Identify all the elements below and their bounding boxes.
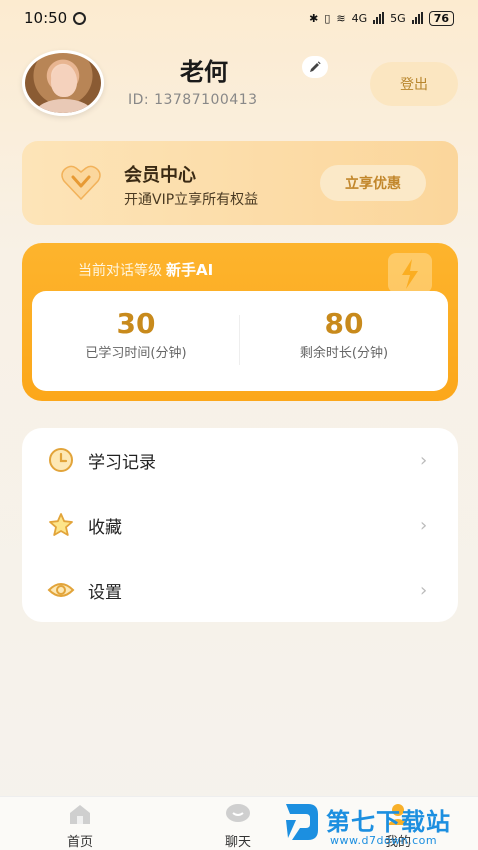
edit-name-button[interactable] bbox=[302, 56, 328, 78]
stat-remaining-number: 80 bbox=[324, 307, 364, 340]
vip-subtitle: 开通VIP立享所有权益 bbox=[124, 192, 259, 208]
vip-title: 会员中心 bbox=[124, 165, 196, 186]
level-label: 当前对话等级 bbox=[78, 263, 162, 279]
vip-offer-button[interactable]: 立享优惠 bbox=[320, 165, 426, 201]
chevron-right-icon: › bbox=[420, 449, 428, 471]
pencil-icon bbox=[310, 61, 321, 72]
watermark: 第七下载站 www.d7down.com bbox=[282, 800, 478, 850]
level-card: 当前对话等级 新手AI 30 已学习时间(分钟) 80 剩余时长(分钟) bbox=[22, 243, 458, 401]
level-label-row: 当前对话等级 新手AI bbox=[78, 259, 213, 280]
stat-learned-label: 已学习时间(分钟) bbox=[85, 346, 187, 361]
tab-chat-label: 聊天 bbox=[224, 835, 251, 850]
signal-icon-1 bbox=[373, 12, 385, 24]
stat-remaining-label: 剩余时长(分钟) bbox=[299, 346, 389, 361]
menu-label-favorites: 收藏 bbox=[88, 517, 122, 538]
tab-home[interactable]: 首页 bbox=[50, 803, 110, 850]
avatar-face bbox=[51, 65, 77, 97]
home-icon bbox=[70, 805, 90, 824]
signal-icon-2 bbox=[411, 12, 423, 24]
level-stats-panel: 30 已学习时间(分钟) 80 剩余时长(分钟) bbox=[32, 291, 448, 391]
bluetooth-icon: ✱ bbox=[309, 11, 319, 25]
watermark-url: www.d7down.com bbox=[330, 834, 438, 847]
username: 老何 bbox=[180, 58, 228, 86]
eye-settings-icon bbox=[46, 575, 76, 605]
stat-learned-number: 30 bbox=[116, 307, 156, 340]
level-value: 新手AI bbox=[166, 261, 214, 279]
menu-item-favorites[interactable]: 收藏 › bbox=[22, 493, 458, 557]
stat-learned: 30 已学习时间(分钟) bbox=[32, 307, 240, 361]
profile-header: 老何 ID: 13787100413 登出 bbox=[22, 50, 458, 120]
tab-home-label: 首页 bbox=[66, 835, 93, 850]
network-4g-label: 4G bbox=[351, 11, 368, 25]
status-left: 10:50 bbox=[24, 9, 87, 27]
user-id: ID: 13787100413 bbox=[128, 92, 258, 108]
menu-card: 学习记录 › 收藏 › 设置 › bbox=[22, 428, 458, 622]
wifi-icon: ≋ bbox=[336, 11, 346, 25]
chevron-right-icon: › bbox=[420, 579, 428, 601]
star-icon bbox=[46, 510, 76, 540]
logout-button[interactable]: 登出 bbox=[370, 62, 458, 106]
menu-label-study-record: 学习记录 bbox=[88, 452, 156, 473]
watermark-logo-icon bbox=[286, 804, 318, 840]
battery-icon: 76 bbox=[428, 10, 454, 26]
vibrate-icon: ▯ bbox=[324, 11, 331, 25]
chat-icon bbox=[226, 804, 250, 822]
status-right: ✱ ▯ ≋ 4G 5G 76 bbox=[309, 10, 454, 26]
menu-item-study-record[interactable]: 学习记录 › bbox=[22, 428, 458, 492]
alarm-icon bbox=[73, 11, 87, 25]
vip-card[interactable]: 会员中心 开通VIP立享所有权益 立享优惠 bbox=[22, 141, 458, 225]
watermark-title: 第七下载站 bbox=[326, 808, 451, 836]
status-bar: 10:50 ✱ ▯ ≋ 4G 5G 76 bbox=[0, 0, 478, 36]
battery-deco-icon bbox=[388, 253, 432, 293]
vip-heart-icon bbox=[61, 165, 101, 201]
avatar-shoulders bbox=[35, 99, 93, 113]
menu-label-settings: 设置 bbox=[88, 582, 122, 603]
stat-remaining: 80 剩余时长(分钟) bbox=[240, 307, 448, 361]
avatar[interactable] bbox=[22, 50, 104, 116]
chevron-right-icon: › bbox=[420, 514, 428, 536]
network-5g-label: 5G bbox=[390, 11, 406, 25]
clock-icon bbox=[46, 445, 76, 475]
menu-item-settings[interactable]: 设置 › bbox=[22, 558, 458, 622]
status-time: 10:50 bbox=[24, 9, 68, 27]
tab-chat[interactable]: 聊天 bbox=[208, 803, 268, 850]
